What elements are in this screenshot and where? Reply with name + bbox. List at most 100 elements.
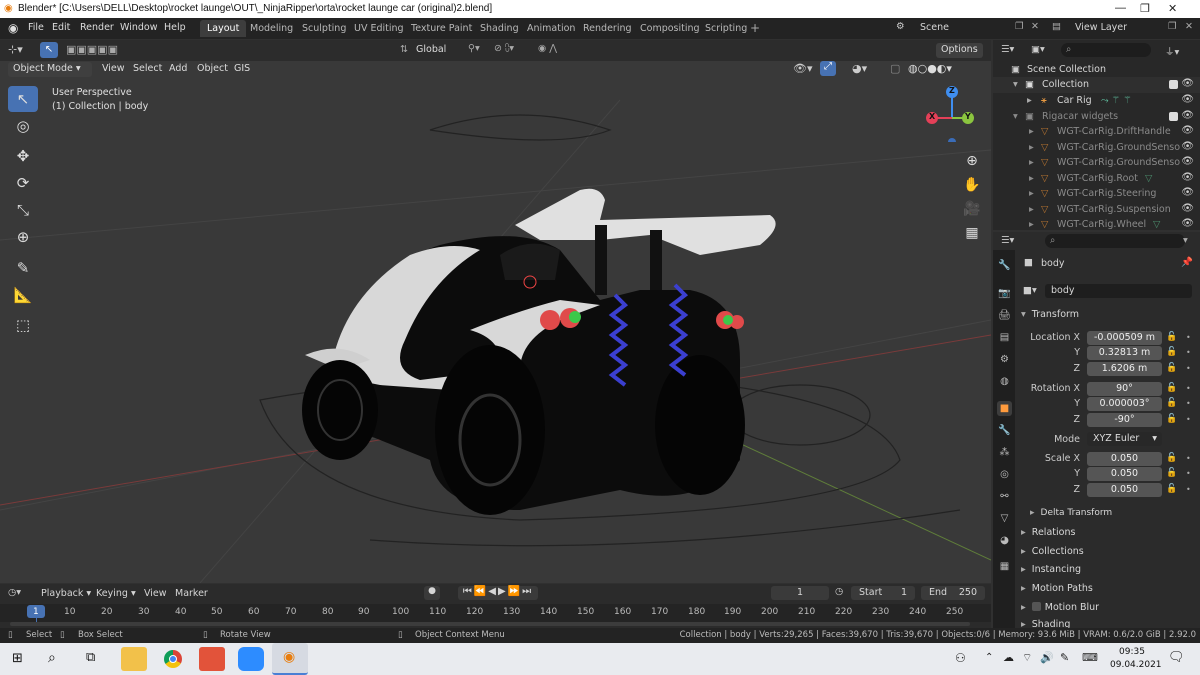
outliner-rigacar-widgets[interactable]: ▾ ▣ Rigacar widgets 👁 [993, 109, 1200, 125]
outliner-scene-collection[interactable]: ▣ Scene Collection [993, 62, 1200, 78]
options-button[interactable]: Options [936, 43, 983, 58]
select-box-tool[interactable]: ↖ [8, 86, 38, 112]
keyframe-icon[interactable]: • [1186, 384, 1191, 393]
location-z-field[interactable]: 1.6206 m [1087, 362, 1162, 376]
clock-icon[interactable]: ◷ [835, 586, 843, 597]
menu-object[interactable]: Object [197, 63, 228, 74]
physics-tab-icon[interactable]: ◎ [997, 467, 1012, 482]
add-cube-tool[interactable]: ⬚ [8, 312, 38, 338]
keyframe-icon[interactable]: • [1186, 454, 1191, 463]
keyboard-icon[interactable]: ⌨ [1082, 651, 1098, 664]
tab-scripting[interactable]: Scripting [698, 20, 754, 37]
scale-z-field[interactable]: 0.050 [1087, 483, 1162, 497]
pen-icon[interactable]: ✎ [1060, 651, 1069, 664]
snap-icon[interactable]: ⊘ ⩇▾ [494, 43, 514, 54]
gizmo-toggle-icon[interactable]: ⤢ [820, 61, 836, 76]
lock-icon[interactable]: 🔓 [1166, 414, 1177, 424]
list-item[interactable]: ▸ ▽ WGT-CarRig.GroundSenso 👁 [993, 155, 1200, 171]
minimize-icon[interactable]: — [1115, 2, 1126, 14]
new-view-layer-icon[interactable]: ❐ [1168, 21, 1177, 32]
keyframe-icon[interactable]: • [1186, 469, 1191, 478]
expand-icon[interactable]: ▸ [1027, 95, 1032, 106]
search-icon[interactable]: ⌕ [48, 650, 56, 666]
current-frame-field[interactable]: 1 [771, 586, 829, 600]
data-tab-icon[interactable]: ▽ [997, 511, 1012, 526]
maximize-icon[interactable]: ❐ [1140, 2, 1150, 15]
add-workspace-icon[interactable]: + [750, 21, 760, 35]
menu-render[interactable]: Render [80, 22, 114, 33]
motion-paths-panel-header[interactable]: ▸ Motion Paths [1021, 583, 1093, 594]
measure-tool[interactable]: 📐 [8, 282, 38, 308]
timeline-view-menu[interactable]: View [144, 588, 167, 599]
collections-panel-header[interactable]: ▸ Collections [1021, 546, 1084, 557]
visibility-icon[interactable]: 👁▾ [793, 62, 813, 75]
tab-uv-editing[interactable]: UV Editing [347, 20, 411, 37]
notifications-icon[interactable]: 🗨 [1168, 650, 1185, 665]
widget-eye-icon[interactable]: 👁 [1181, 125, 1194, 136]
list-item[interactable]: ▸ ▽ WGT-CarRig.Wheel ▽ 👁 [993, 217, 1200, 233]
end-frame-field[interactable]: End 250 [921, 586, 985, 600]
tab-modeling[interactable]: Modeling [243, 20, 300, 37]
filter-icon[interactable]: ⏚▾ [1165, 44, 1179, 58]
shading-modes-icon[interactable]: ◍○●◐▾ [908, 62, 952, 75]
widget-eye-icon[interactable]: 👁 [1181, 156, 1194, 167]
close-icon[interactable]: ✕ [1168, 2, 1177, 15]
rotate-tool[interactable]: ⟳ [8, 170, 38, 196]
lock-icon[interactable]: 🔓 [1166, 398, 1177, 408]
expand-icon[interactable]: ▸ [1029, 188, 1034, 199]
list-item[interactable]: ▸ ▽ WGT-CarRig.GroundSenso 👁 [993, 140, 1200, 156]
people-icon[interactable]: ⚇ [955, 651, 966, 665]
widget-eye-icon[interactable]: 👁 [1181, 141, 1194, 152]
orientation-dropdown[interactable]: Global [416, 44, 446, 55]
menu-help[interactable]: Help [164, 22, 186, 33]
menu-view[interactable]: View [102, 63, 125, 74]
clock-time[interactable]: 09:35 [1110, 647, 1154, 657]
transform-panel-header[interactable]: ▾ Transform [1021, 309, 1079, 320]
axis-gizmo[interactable]: Z Y X [920, 82, 980, 146]
menu-add[interactable]: Add [169, 63, 187, 74]
relations-panel-header[interactable]: ▸ Relations [1021, 527, 1075, 538]
pan-hand-icon[interactable]: ✋ [960, 174, 984, 196]
menu-window[interactable]: Window [120, 22, 157, 33]
camera-icon[interactable]: 🎥 [960, 198, 984, 220]
tab-layout[interactable]: Layout [200, 20, 247, 37]
menu-select[interactable]: Select [133, 63, 162, 74]
list-item[interactable]: ▸ ▽ WGT-CarRig.Steering 👁 [993, 186, 1200, 202]
mode-dropdown[interactable]: Object Mode ▾ [8, 62, 92, 77]
collection-checkbox[interactable] [1169, 80, 1178, 89]
annotate-tool[interactable]: ✎ [8, 255, 38, 281]
outliner-search-input[interactable]: ⌕ [1061, 43, 1151, 57]
grid-view-icon[interactable]: ▦ [960, 222, 984, 244]
keyframe-icon[interactable]: • [1186, 364, 1191, 373]
lock-icon[interactable]: 🔓 [1166, 347, 1177, 357]
constraints-tab-icon[interactable]: ⚯ [997, 489, 1012, 504]
outliner-display-icon[interactable]: ▣▾ [1031, 44, 1045, 55]
expand-icon[interactable]: ▸ [1029, 142, 1034, 153]
tool-tab-icon[interactable]: 🔧 [997, 258, 1012, 273]
keyframe-icon[interactable]: • [1186, 348, 1191, 357]
expand-icon[interactable]: ▸ [1029, 219, 1034, 230]
keyframe-icon[interactable]: • [1186, 415, 1191, 424]
tab-sculpting[interactable]: Sculpting [295, 20, 353, 37]
list-item[interactable]: ▸ ▽ WGT-CarRig.DriftHandle 👁 [993, 124, 1200, 140]
menu-file[interactable]: File [28, 22, 44, 33]
motion-blur-checkbox[interactable] [1031, 602, 1041, 611]
playback-controls-icon[interactable]: ⏮⏪◀▶⏩⏭ [458, 586, 538, 600]
properties-editor-icon[interactable]: ☰▾ [1001, 235, 1014, 246]
modifier-tab-icon[interactable]: 🔧 [997, 423, 1012, 438]
menu-gis[interactable]: GIS [234, 63, 250, 74]
zoom-icon[interactable]: ⊕ [960, 150, 984, 172]
blender-menu-icon[interactable]: ◉ [8, 21, 18, 35]
expand-icon[interactable]: ▾ [1013, 79, 1018, 90]
rotation-z-field[interactable]: -90° [1087, 413, 1162, 427]
list-item[interactable]: ▸ ▽ WGT-CarRig.Root ▽ 👁 [993, 171, 1200, 187]
location-x-field[interactable]: -0.000509 m [1087, 331, 1162, 345]
timeline-scrollbar[interactable] [10, 622, 970, 626]
marker-menu[interactable]: Marker [175, 588, 208, 599]
menu-edit[interactable]: Edit [52, 22, 70, 33]
rigacar-eye-icon[interactable]: 👁 [1181, 110, 1194, 121]
texture-tab-icon[interactable]: ▦ [997, 559, 1012, 574]
expand-icon[interactable]: ▸ [1029, 126, 1034, 137]
keyframe-icon[interactable]: • [1186, 399, 1191, 408]
delta-transform-header[interactable]: ▸ Delta Transform [1030, 508, 1112, 518]
